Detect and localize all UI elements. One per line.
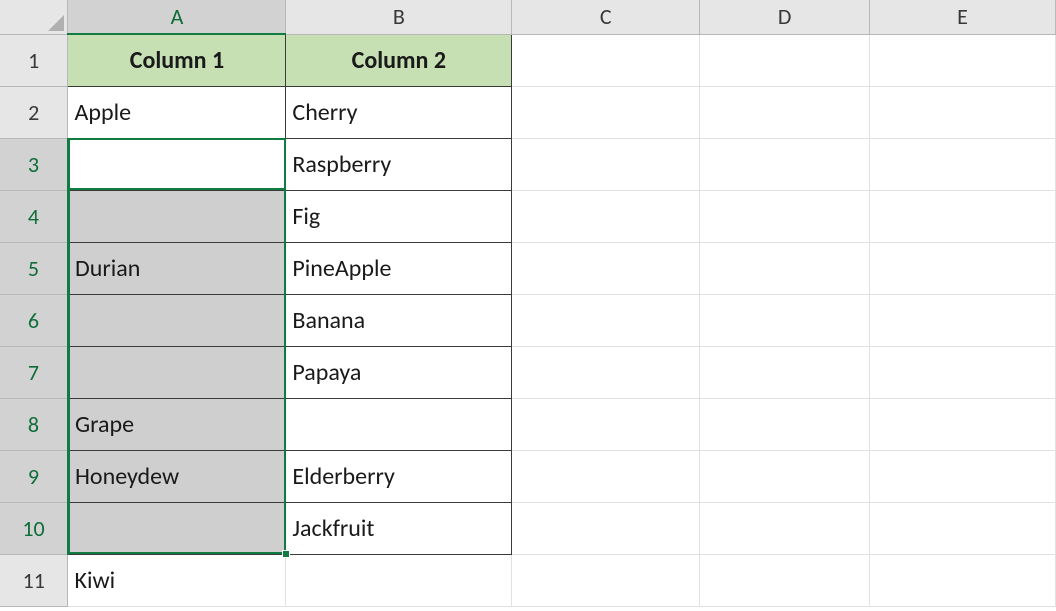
cell-B10[interactable]: Jackfruit — [286, 502, 512, 554]
cell-D5[interactable] — [700, 242, 870, 294]
cell-D4[interactable] — [700, 190, 870, 242]
cell-B3[interactable]: Raspberry — [286, 138, 512, 190]
column-header-E[interactable]: E — [870, 0, 1056, 34]
cell-D2[interactable] — [700, 86, 870, 138]
cell-E3[interactable] — [870, 138, 1056, 190]
grid: A B C D E 1 Column 1 Column 2 2 Apple Ch… — [0, 0, 1056, 607]
row-header-6[interactable]: 6 — [0, 294, 68, 346]
cell-B5[interactable]: PineApple — [286, 242, 512, 294]
cell-C7[interactable] — [512, 346, 700, 398]
row-header-9[interactable]: 9 — [0, 450, 68, 502]
cell-B4[interactable]: Fig — [286, 190, 512, 242]
cell-B1[interactable]: Column 2 — [286, 34, 512, 86]
cell-B6[interactable]: Banana — [286, 294, 512, 346]
cell-C8[interactable] — [512, 398, 700, 450]
cell-E2[interactable] — [870, 86, 1056, 138]
row-header-2[interactable]: 2 — [0, 86, 68, 138]
cell-C6[interactable] — [512, 294, 700, 346]
row-header-5[interactable]: 5 — [0, 242, 68, 294]
row-header-10[interactable]: 10 — [0, 502, 68, 554]
cell-C2[interactable] — [512, 86, 700, 138]
cell-B2[interactable]: Cherry — [286, 86, 512, 138]
cell-A10[interactable] — [68, 502, 286, 554]
cell-A9[interactable]: Honeydew — [68, 450, 286, 502]
cell-D3[interactable] — [700, 138, 870, 190]
cell-A7[interactable] — [68, 346, 286, 398]
cell-E11[interactable] — [870, 554, 1056, 606]
cell-E8[interactable] — [870, 398, 1056, 450]
cell-D9[interactable] — [700, 450, 870, 502]
row-header-7[interactable]: 7 — [0, 346, 68, 398]
select-all-icon — [46, 13, 64, 31]
cell-C3[interactable] — [512, 138, 700, 190]
cell-A3[interactable] — [68, 138, 286, 190]
cell-E10[interactable] — [870, 502, 1056, 554]
column-header-B[interactable]: B — [286, 0, 512, 34]
cell-A4[interactable] — [68, 190, 286, 242]
cell-E1[interactable] — [870, 34, 1056, 86]
cell-D10[interactable] — [700, 502, 870, 554]
select-all-corner[interactable] — [0, 0, 68, 34]
column-header-A[interactable]: A — [68, 0, 286, 34]
cell-A1[interactable]: Column 1 — [68, 34, 286, 86]
cell-D1[interactable] — [700, 34, 870, 86]
cell-E9[interactable] — [870, 450, 1056, 502]
cell-B9[interactable]: Elderberry — [286, 450, 512, 502]
cell-E5[interactable] — [870, 242, 1056, 294]
row-header-11[interactable]: 11 — [0, 554, 68, 606]
cell-C1[interactable] — [512, 34, 700, 86]
cell-C11[interactable] — [512, 554, 700, 606]
cell-D7[interactable] — [700, 346, 870, 398]
cell-C4[interactable] — [512, 190, 700, 242]
cell-D11[interactable] — [700, 554, 870, 606]
cell-A11[interactable]: Kiwi — [68, 554, 286, 606]
cell-A6[interactable] — [68, 294, 286, 346]
spreadsheet: A B C D E 1 Column 1 Column 2 2 Apple Ch… — [0, 0, 1056, 611]
row-header-4[interactable]: 4 — [0, 190, 68, 242]
column-header-D[interactable]: D — [700, 0, 870, 34]
cell-A5[interactable]: Durian — [68, 242, 286, 294]
cell-A2[interactable]: Apple — [68, 86, 286, 138]
row-header-8[interactable]: 8 — [0, 398, 68, 450]
cell-C10[interactable] — [512, 502, 700, 554]
cell-B8[interactable] — [286, 398, 512, 450]
cell-C9[interactable] — [512, 450, 700, 502]
cell-E7[interactable] — [870, 346, 1056, 398]
cell-E6[interactable] — [870, 294, 1056, 346]
cell-B11[interactable] — [286, 554, 512, 606]
column-header-C[interactable]: C — [512, 0, 700, 34]
cell-C5[interactable] — [512, 242, 700, 294]
cell-B7[interactable]: Papaya — [286, 346, 512, 398]
cell-D6[interactable] — [700, 294, 870, 346]
cell-E4[interactable] — [870, 190, 1056, 242]
cell-D8[interactable] — [700, 398, 870, 450]
row-header-1[interactable]: 1 — [0, 34, 68, 86]
cell-A8[interactable]: Grape — [68, 398, 286, 450]
fill-handle[interactable] — [282, 550, 290, 558]
row-header-3[interactable]: 3 — [0, 138, 68, 190]
